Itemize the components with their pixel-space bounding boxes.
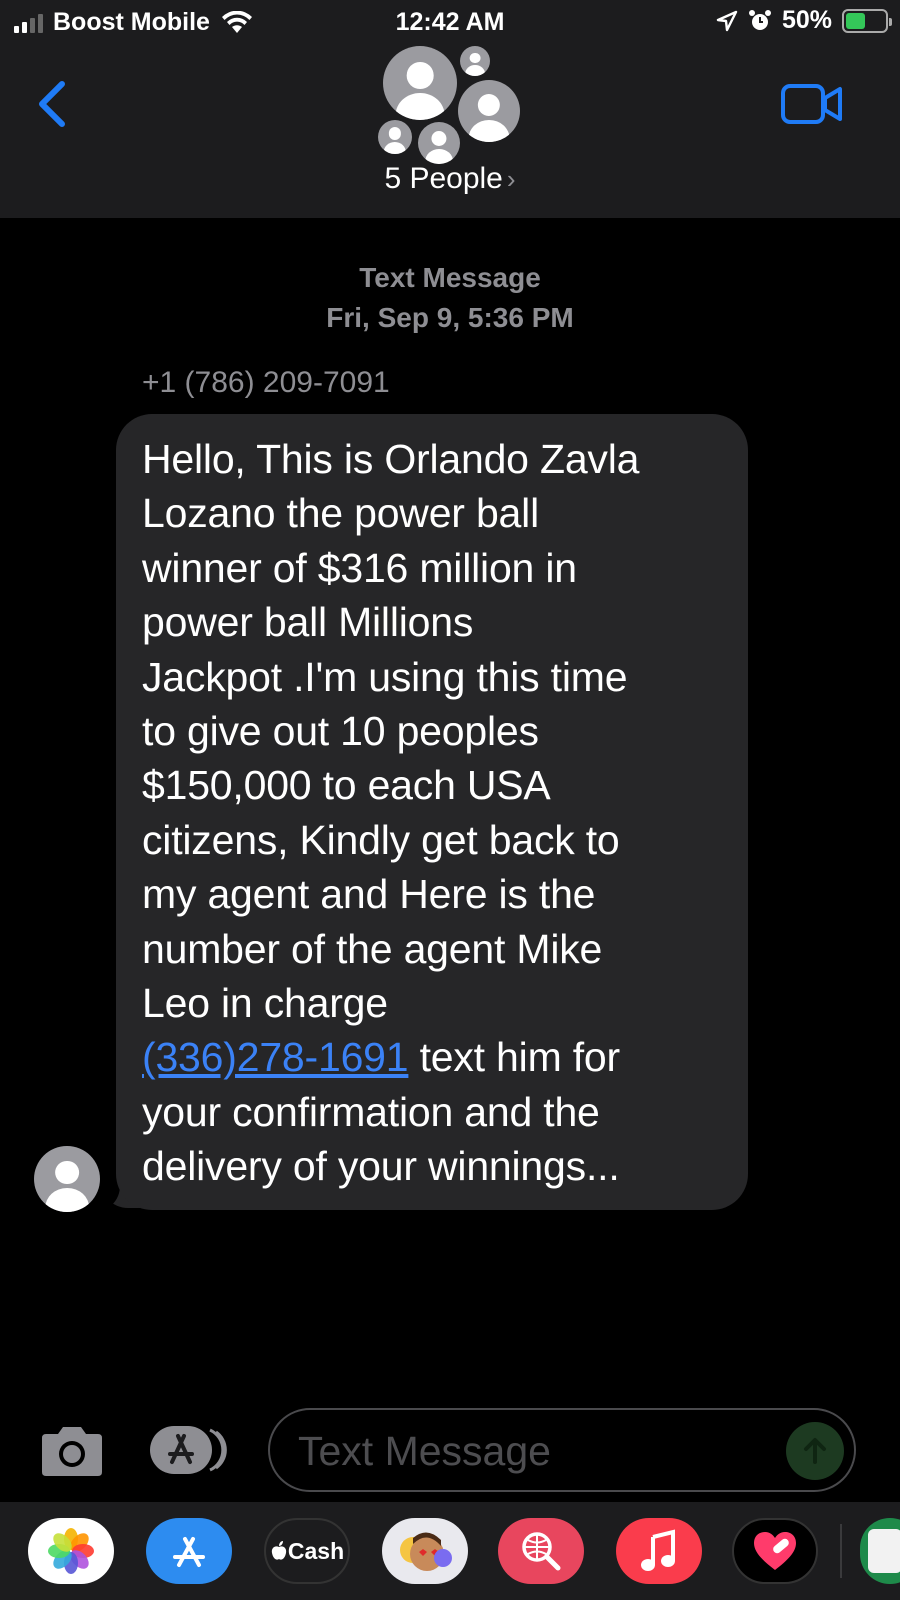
- web-search-icon[interactable]: [498, 1518, 584, 1584]
- heart-icon: [754, 1532, 796, 1570]
- message-line: to give out 10 peoples: [142, 708, 539, 755]
- alarm-icon: [748, 9, 771, 30]
- memoji-faces-icon: [400, 1532, 452, 1571]
- send-button[interactable]: [786, 1422, 844, 1480]
- message-line: Hello, This is Orlando Zavla: [142, 436, 640, 482]
- message-line: winner of $316 million in: [142, 544, 577, 591]
- status-right: 50%: [716, 6, 892, 35]
- group-avatar: [383, 46, 457, 120]
- message-line: Lozano the power ball: [142, 490, 539, 537]
- message-input[interactable]: Text Message: [268, 1408, 856, 1492]
- message-bubble[interactable]: Hello, This is Orlando Zavla Lozano the …: [116, 414, 748, 1210]
- arrow-up-icon: [804, 1438, 826, 1464]
- message-line: $150,000 to each USA: [142, 762, 551, 809]
- group-avatar: [460, 46, 490, 76]
- group-avatar: [378, 120, 412, 154]
- app-store-glyph: [173, 1537, 205, 1567]
- status-bar: Boost Mobile 12:42 AM 50%: [0, 0, 900, 46]
- photos-app-icon[interactable]: [28, 1518, 114, 1584]
- group-avatar: [458, 80, 520, 142]
- conversation-header: 5 People ›: [0, 46, 900, 218]
- message-line: power ball Millions: [142, 599, 474, 646]
- chevron-right-icon: ›: [506, 164, 516, 194]
- message-line: citizens, Kindly get back to: [142, 816, 620, 863]
- group-title-label: 5 People: [384, 162, 503, 195]
- message-text: Hello, This is Orlando Zavla Lozano the …: [142, 432, 724, 1194]
- app-store-button-icon[interactable]: [150, 1424, 232, 1476]
- location-icon: [716, 10, 738, 31]
- message-line: number of the agent Mike: [142, 925, 603, 972]
- video-call-icon[interactable]: [780, 82, 844, 126]
- back-chevron-icon[interactable]: [30, 76, 74, 132]
- battery-fill: [846, 12, 865, 29]
- message-line: delivery of your winnings...: [142, 1143, 620, 1190]
- memoji-icon[interactable]: [382, 1518, 468, 1584]
- group-title[interactable]: 5 People ›: [0, 162, 900, 196]
- battery-icon: [842, 8, 892, 33]
- cash-label: Cash: [287, 1537, 345, 1564]
- extra-app-icon[interactable]: [860, 1518, 900, 1584]
- globe-search-icon: [522, 1532, 561, 1571]
- message-line: your confirmation and the: [142, 1088, 600, 1135]
- message-line: Jackpot .I'm using this time: [142, 653, 628, 700]
- message-line: (336)278-1691 text him for: [142, 1030, 724, 1084]
- battery-percent: 50%: [781, 6, 832, 34]
- heart-app-icon[interactable]: [732, 1518, 818, 1584]
- camera-icon[interactable]: [38, 1424, 106, 1478]
- app-drawer: Cash: [0, 1502, 900, 1600]
- phone-link[interactable]: (336)278-1691: [142, 1034, 409, 1080]
- music-icon[interactable]: [616, 1518, 702, 1584]
- message-line: my agent and Here is the: [142, 871, 596, 918]
- message-timestamp: Fri, Sep 9, 5:36 PM: [326, 302, 574, 333]
- drawer-divider: [840, 1524, 842, 1578]
- message-line: Leo in charge: [142, 980, 388, 1027]
- message-service-label: Text Message: [359, 262, 541, 293]
- group-avatar: [418, 122, 460, 164]
- apple-cash-icon[interactable]: Cash: [264, 1518, 350, 1584]
- photos-flower-icon: [48, 1528, 94, 1574]
- message-fragment: text him for: [408, 1034, 621, 1081]
- sender-avatar[interactable]: [34, 1146, 100, 1212]
- sender-number: +1 (786) 209-7091: [142, 366, 390, 399]
- music-note-icon: [641, 1529, 675, 1571]
- message-input-placeholder: Text Message: [298, 1428, 551, 1474]
- app-store-icon[interactable]: [146, 1518, 232, 1584]
- apple-logo-icon: [271, 1541, 287, 1560]
